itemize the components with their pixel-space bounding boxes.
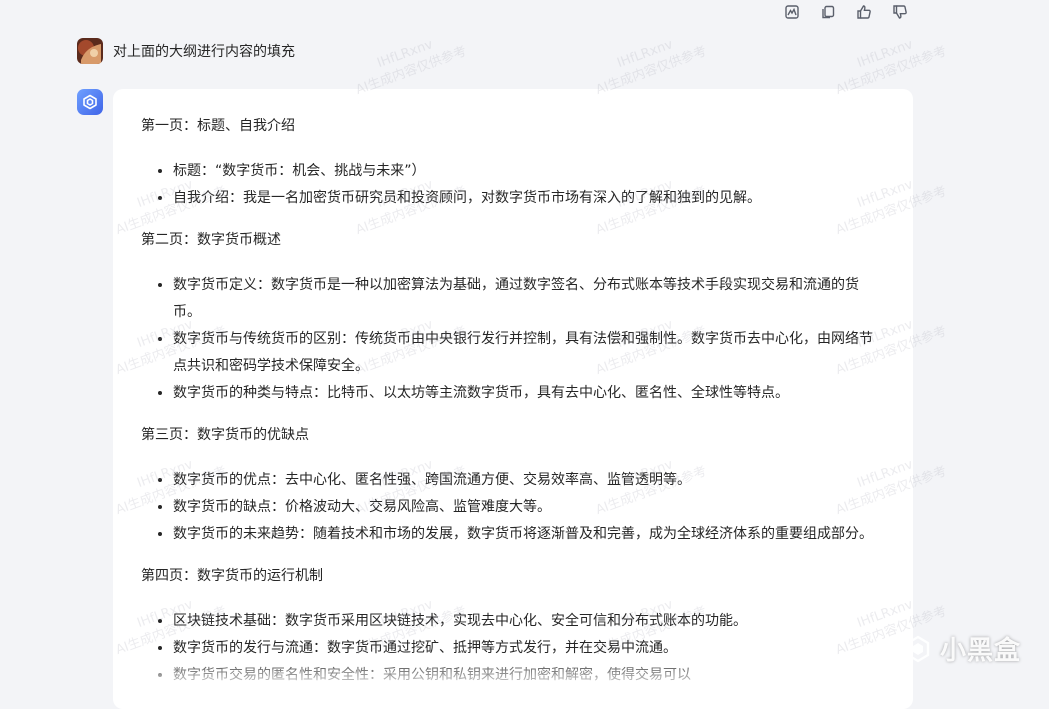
list-item: 数字货币的发行与流通：数字货币通过挖矿、抵押等方式发行，并在交易中流通。 (173, 635, 883, 662)
section-4: 第四页：数字货币的运行机制 区块链技术基础：数字货币采用区块链技术，实现去中心化… (141, 564, 883, 689)
list-item: 数字货币的未来趋势：随着技术和市场的发展，数字货币将逐渐普及和完善，成为全球经济… (173, 521, 883, 548)
list-item: 区块链技术基础：数字货币采用区块链技术，实现去中心化、安全可信和分布式账本的功能… (173, 608, 883, 635)
section-heading: 第一页：标题、自我介绍 (141, 118, 295, 134)
bullet-list: 数字货币定义：数字货币是一种以加密算法为基础，通过数字签名、分布式账本等技术手段… (141, 272, 883, 407)
xiaoheihe-logo: 小黑盒 (902, 630, 1021, 667)
list-item: 标题：“数字货币：机会、挑战与未来”） (173, 158, 883, 185)
section-3: 第三页：数字货币的优缺点 数字货币的优点：去中心化、匿名性强、跨国流通方便、交易… (141, 423, 883, 548)
watermark-id: IHfLRxnv (375, 37, 435, 72)
avatar[interactable] (77, 38, 103, 64)
assistant-response-card: 第一页：标题、自我介绍 标题：“数字货币：机会、挑战与未来”） 自我介绍：我是一… (113, 89, 913, 709)
watermark-id: IHfLRxnv (615, 37, 675, 72)
copy-icon[interactable] (818, 2, 838, 22)
user-message-row: 对上面的大纲进行内容的填充 (77, 38, 295, 64)
section-1: 第一页：标题、自我介绍 标题：“数字货币：机会、挑战与未来”） 自我介绍：我是一… (141, 114, 883, 212)
list-item: 数字货币定义：数字货币是一种以加密算法为基础，通过数字签名、分布式账本等技术手段… (173, 272, 883, 326)
section-2: 第二页：数字货币概述 数字货币定义：数字货币是一种以加密算法为基础，通过数字签名… (141, 228, 883, 407)
thumbs-up-icon[interactable] (854, 2, 874, 22)
section-heading: 第三页：数字货币的优缺点 (141, 427, 309, 443)
section-heading: 第二页：数字货币概述 (141, 232, 281, 248)
list-item: 数字货币的优点：去中心化、匿名性强、跨国流通方便、交易效率高、监管透明等。 (173, 467, 883, 494)
thumbs-down-icon[interactable] (890, 2, 910, 22)
bullet-list: 区块链技术基础：数字货币采用区块链技术，实现去中心化、安全可信和分布式账本的功能… (141, 608, 883, 689)
logo-text: 小黑盒 (939, 636, 1021, 666)
bullet-list: 标题：“数字货币：机会、挑战与未来”） 自我介绍：我是一名加密货币研究员和投资顾… (141, 158, 883, 212)
list-item: 自我介绍：我是一名加密货币研究员和投资顾问，对数字货币市场有深入的了解和独到的见… (173, 185, 883, 212)
watermark-id: IHfLRxnv (855, 37, 915, 72)
list-item: 数字货币的种类与特点：比特币、以太坊等主流数字货币，具有去中心化、匿名性、全球性… (173, 380, 883, 407)
bullet-list: 数字货币的优点：去中心化、匿名性强、跨国流通方便、交易效率高、监管透明等。 数字… (141, 467, 883, 548)
section-heading: 第四页：数字货币的运行机制 (141, 568, 323, 584)
list-item: 数字货币交易的匿名性和安全性：采用公钥和私钥来进行加密和解密，使得交易可以 (173, 662, 883, 689)
assistant-logo-icon (77, 89, 103, 115)
controller-logo-icon (906, 635, 930, 662)
image-icon[interactable] (782, 2, 802, 22)
list-item: 数字货币的缺点：价格波动大、交易风险高、监管难度大等。 (173, 494, 883, 521)
list-item: 数字货币与传统货币的区别：传统货币由中央银行发行并控制，具有法偿和强制性。数字货… (173, 326, 883, 380)
user-message-text: 对上面的大纲进行内容的填充 (113, 44, 295, 60)
message-toolbar (782, 2, 910, 22)
